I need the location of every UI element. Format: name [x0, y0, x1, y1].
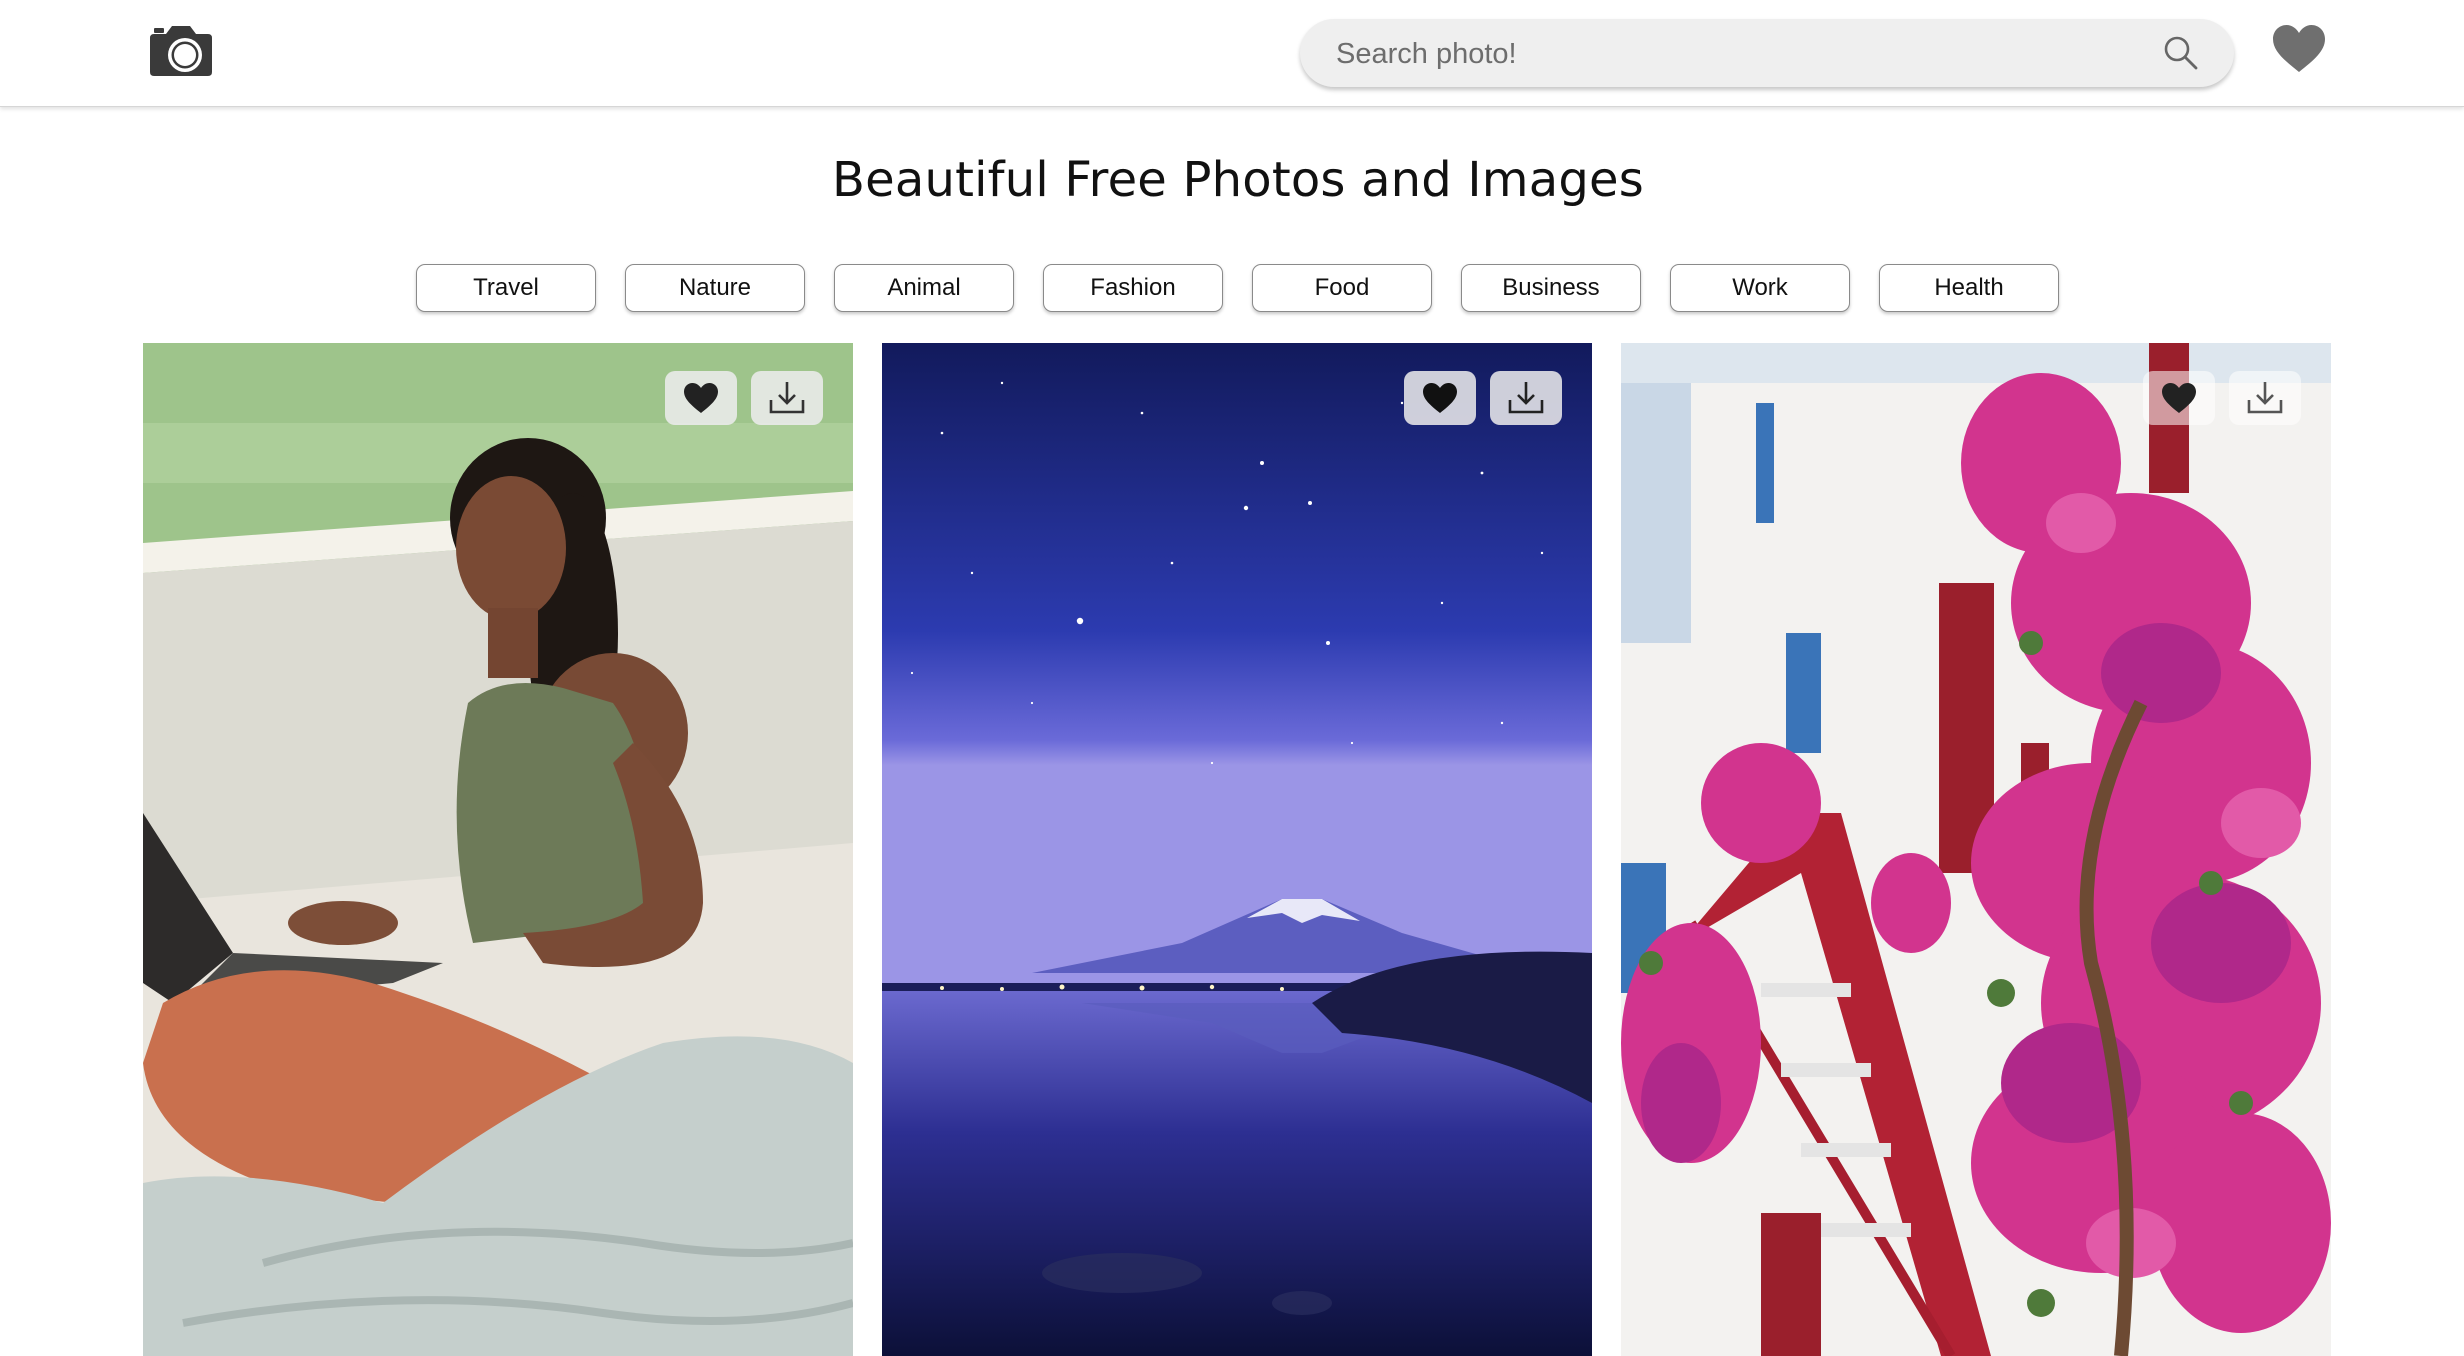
search-input[interactable] — [1334, 19, 2138, 89]
top-navbar — [0, 0, 2464, 107]
like-button[interactable] — [1404, 371, 1476, 425]
download-icon — [1508, 382, 1544, 414]
photo-woman-laptop[interactable] — [143, 343, 853, 1356]
category-nature-button[interactable]: Nature — [625, 264, 805, 312]
category-health-button[interactable]: Health — [1879, 264, 2059, 312]
page-title: Beautiful Free Photos and Images — [832, 152, 1644, 208]
category-animal-button[interactable]: Animal — [834, 264, 1014, 312]
download-button[interactable] — [1490, 371, 1562, 425]
photo-card[interactable] — [143, 343, 853, 1356]
search-bar — [1300, 19, 2234, 89]
heart-icon — [2162, 383, 2196, 413]
camera-icon[interactable] — [148, 24, 214, 78]
photo-card[interactable] — [882, 343, 1592, 1356]
download-icon — [2247, 382, 2283, 414]
category-filter-bar: Travel Nature Animal Fashion Food Busine… — [416, 264, 2059, 314]
category-business-button[interactable]: Business — [1461, 264, 1641, 312]
heart-icon — [684, 383, 718, 413]
like-button[interactable] — [2143, 371, 2215, 425]
photo-card[interactable] — [1621, 343, 2331, 1356]
photo-bougainvillea-house[interactable] — [1621, 343, 2331, 1356]
photo-mountain-lake-night[interactable] — [882, 343, 1592, 1356]
download-button[interactable] — [751, 371, 823, 425]
like-button[interactable] — [665, 371, 737, 425]
category-fashion-button[interactable]: Fashion — [1043, 264, 1223, 312]
download-icon — [769, 382, 805, 414]
search-icon[interactable] — [2162, 34, 2200, 72]
category-food-button[interactable]: Food — [1252, 264, 1432, 312]
category-travel-button[interactable]: Travel — [416, 264, 596, 312]
download-button[interactable] — [2229, 371, 2301, 425]
favorites-heart-icon[interactable] — [2270, 22, 2328, 76]
category-work-button[interactable]: Work — [1670, 264, 1850, 312]
heart-icon — [1423, 383, 1457, 413]
